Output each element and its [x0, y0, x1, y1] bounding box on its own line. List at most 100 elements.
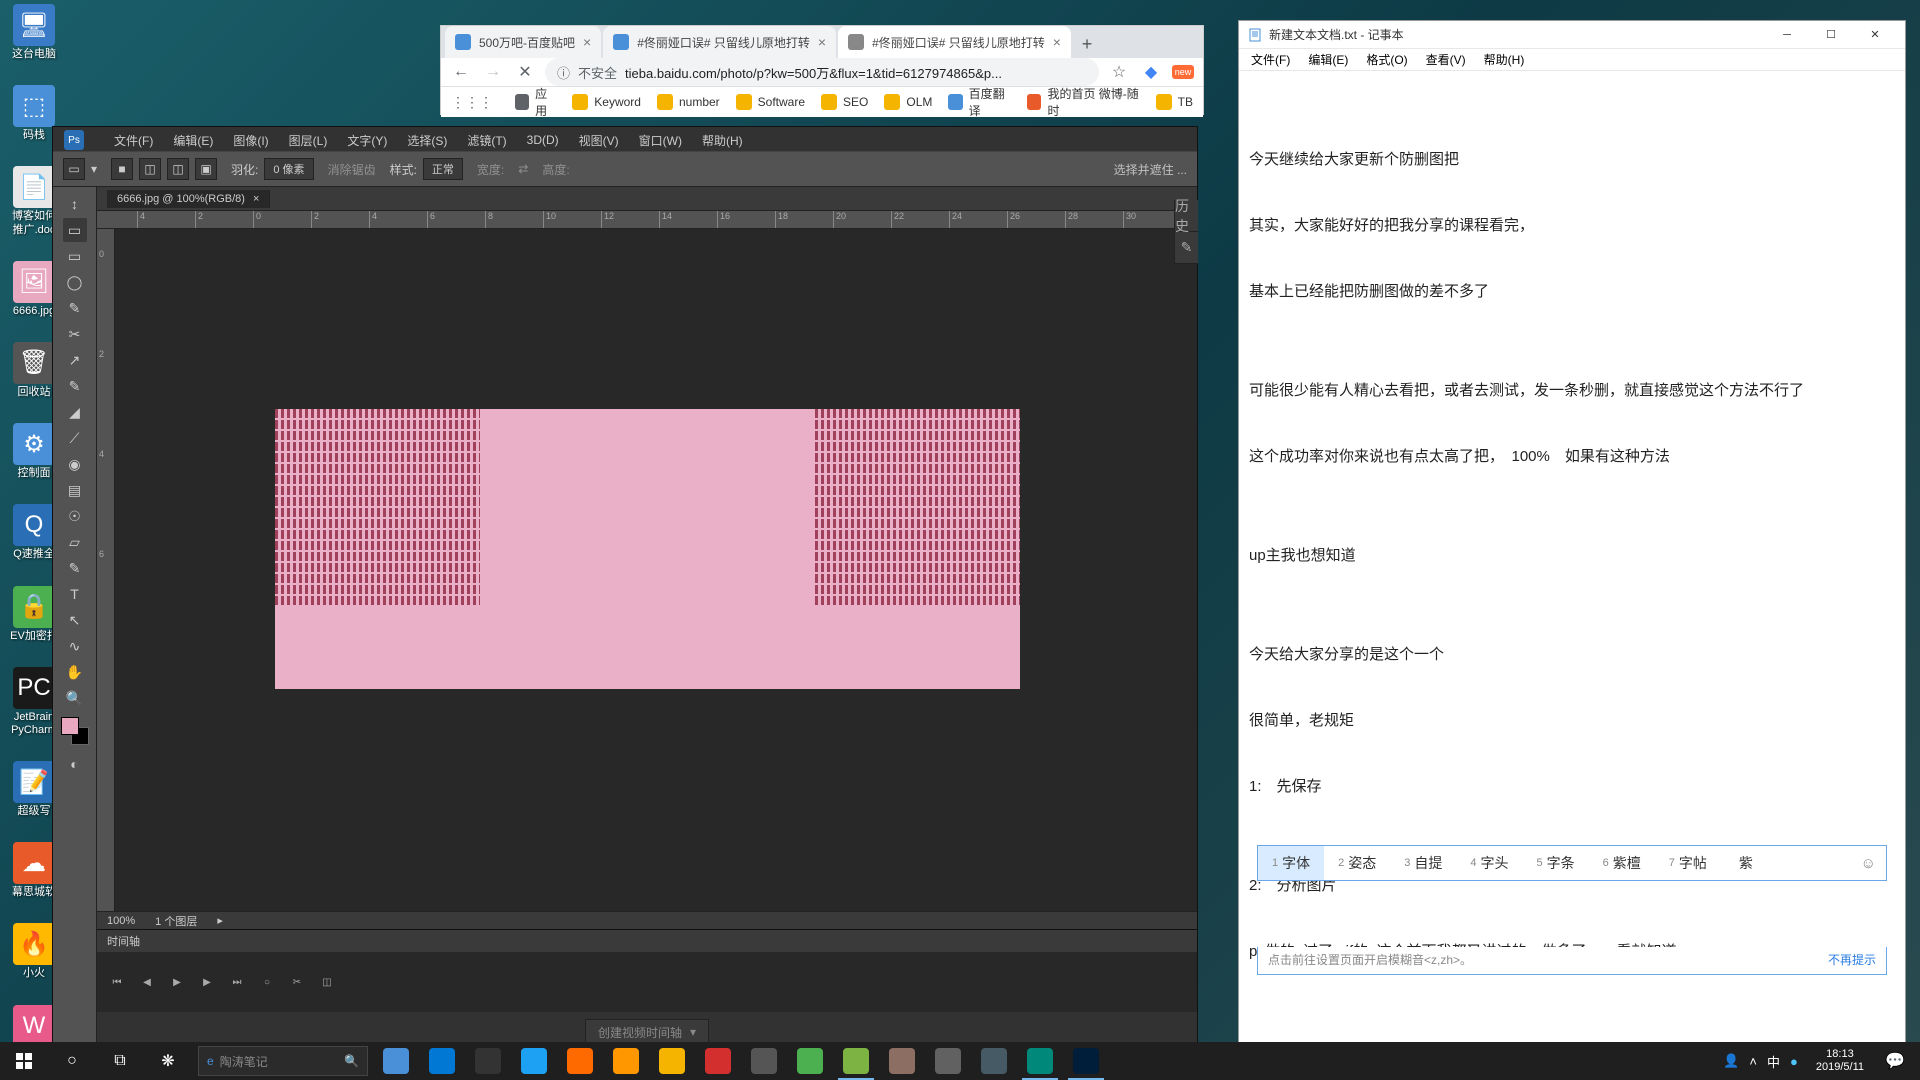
notepad-menu-item[interactable]: 文件(F) [1243, 49, 1298, 70]
ps-menu-item[interactable]: 文字(Y) [347, 132, 387, 149]
bookmark-item[interactable]: 我的首页 微博-随时 [1027, 85, 1139, 119]
quickmask-button[interactable]: ◐ [63, 752, 87, 776]
ps-menu-item[interactable]: 文件(F) [114, 132, 153, 149]
tray-ime-icon[interactable]: 中 [1767, 1052, 1780, 1071]
ps-tool[interactable]: 🔍 [63, 686, 87, 710]
tl-trans[interactable]: ◫ [317, 973, 337, 991]
app-icon[interactable]: ❋ [144, 1042, 192, 1080]
ps-menu-item[interactable]: 图像(I) [233, 132, 268, 149]
taskbar-app[interactable] [1064, 1042, 1108, 1080]
feather-input[interactable]: 0 像素 [264, 158, 313, 180]
refine-edge-button[interactable]: 选择并遮住 ... [1114, 161, 1187, 178]
ps-tool[interactable]: ☉ [63, 504, 87, 528]
extension-new-icon[interactable]: new [1171, 60, 1195, 84]
cortana-button[interactable]: ○ [48, 1042, 96, 1080]
browser-tab[interactable]: #佟丽娅口误# 只留线儿原地打转× [838, 26, 1071, 58]
taskview-button[interactable]: ⧉ [96, 1042, 144, 1080]
mode-int[interactable]: ▣ [195, 158, 217, 180]
ime-candidate[interactable]: 1字体 [1258, 846, 1324, 880]
tl-prev[interactable]: ◀ [137, 973, 157, 991]
notepad-menu-item[interactable]: 编辑(E) [1300, 49, 1356, 70]
ime-emoji-button[interactable]: ☺ [1851, 847, 1886, 880]
ps-tool[interactable]: ◯ [63, 270, 87, 294]
start-button[interactable] [0, 1042, 48, 1080]
bookmark-item[interactable]: TB [1156, 94, 1193, 110]
style-select[interactable]: 正常 [423, 158, 463, 180]
taskbar-app[interactable] [742, 1042, 786, 1080]
taskbar-app[interactable] [420, 1042, 464, 1080]
notepad-menu-item[interactable]: 格式(O) [1358, 49, 1415, 70]
taskbar-app[interactable] [604, 1042, 648, 1080]
notepad-body[interactable]: 今天继续给大家更新个防删图把 其实，大家能好好的把我分享的课程看完， 基本上已经… [1239, 71, 1905, 1051]
desktop-icon[interactable]: 🖥这台电脑 [8, 4, 60, 61]
taskbar-app[interactable] [466, 1042, 510, 1080]
ime-candidate[interactable]: 6紫檀 [1589, 846, 1655, 880]
taskbar-app[interactable] [834, 1042, 878, 1080]
tray-network-icon[interactable]: ● [1790, 1054, 1798, 1069]
zoom-level[interactable]: 100% [107, 915, 135, 927]
tl-play[interactable]: ▶ [167, 973, 187, 991]
tl-last[interactable]: ⏭ [227, 973, 247, 991]
brush-panel-icon[interactable]: ✎ [1175, 232, 1198, 264]
ps-menu-item[interactable]: 窗口(W) [639, 132, 682, 149]
taskbar-app[interactable] [1018, 1042, 1062, 1080]
ps-tool[interactable]: ✋ [63, 660, 87, 684]
tab-close-icon[interactable]: × [818, 34, 826, 50]
ps-menu-item[interactable]: 图层(L) [289, 132, 328, 149]
ps-menu-item[interactable]: 帮助(H) [702, 132, 743, 149]
ps-tool[interactable]: ▱ [63, 530, 87, 554]
tl-next[interactable]: ▶ [197, 973, 217, 991]
ps-tool[interactable]: ▭ [63, 218, 87, 242]
ps-document-tab[interactable]: 6666.jpg @ 100%(RGB/8) × [107, 190, 270, 208]
taskbar-app[interactable] [374, 1042, 418, 1080]
ime-candidate[interactable]: 4字头 [1456, 846, 1522, 880]
ps-tool-preset[interactable]: ▭ [63, 158, 85, 180]
ps-menu-item[interactable]: 视图(V) [579, 132, 619, 149]
tl-first[interactable]: ⏮ [107, 973, 127, 991]
tab-close-icon[interactable]: × [1053, 34, 1061, 50]
taskbar-app[interactable] [558, 1042, 602, 1080]
tl-audio[interactable]: ○ [257, 973, 277, 991]
apps-icon[interactable]: ⋮⋮⋮ [451, 94, 493, 111]
maximize-button[interactable]: ☐ [1809, 22, 1853, 48]
close-button[interactable]: ✕ [1853, 22, 1897, 48]
ime-candidate[interactable]: 2姿态 [1324, 846, 1390, 880]
star-icon[interactable]: ☆ [1107, 60, 1131, 84]
ps-tool[interactable]: ✂ [63, 322, 87, 346]
ps-tool[interactable]: ↖ [63, 608, 87, 632]
mode-add[interactable]: ◫ [139, 158, 161, 180]
ps-tool[interactable]: ▤ [63, 478, 87, 502]
bookmark-item[interactable]: 百度翻译 [948, 85, 1011, 119]
ps-tool[interactable]: ✎ [63, 374, 87, 398]
notifications-button[interactable]: 💬 [1874, 1042, 1916, 1080]
bookmark-item[interactable]: Software [736, 94, 805, 110]
tray-chevron-icon[interactable]: ˄ [1749, 1054, 1757, 1069]
ps-tool[interactable]: ✎ [63, 296, 87, 320]
notepad-menu-item[interactable]: 帮助(H) [1476, 49, 1533, 70]
ime-candidate[interactable]: 3自提 [1390, 846, 1456, 880]
ps-menu-item[interactable]: 编辑(E) [173, 132, 213, 149]
bookmark-item[interactable]: 应用 [515, 85, 556, 119]
ps-tool[interactable]: T [63, 582, 87, 606]
taskbar-clock[interactable]: 18:13 2019/5/11 [1806, 1048, 1874, 1074]
canvas-area[interactable] [115, 229, 1197, 911]
bookmark-item[interactable]: SEO [821, 94, 868, 110]
browser-tab[interactable]: #佟丽娅口误# 只留线儿原地打转× [603, 26, 836, 58]
close-icon[interactable]: × [253, 193, 259, 205]
notepad-menu-item[interactable]: 查看(V) [1418, 49, 1474, 70]
stop-button[interactable]: ✕ [513, 60, 537, 84]
ps-menu-item[interactable]: 滤镜(T) [467, 132, 506, 149]
new-tab-button[interactable]: + [1073, 30, 1101, 58]
taskbar-app[interactable] [650, 1042, 694, 1080]
taskbar-app[interactable] [972, 1042, 1016, 1080]
tray-people-icon[interactable]: 👤 [1723, 1053, 1739, 1069]
ps-menu-item[interactable]: 3D(D) [527, 133, 559, 147]
mode-new[interactable]: ■ [111, 158, 133, 180]
taskbar-app[interactable] [926, 1042, 970, 1080]
notepad-menubar[interactable]: 文件(F)编辑(E)格式(O)查看(V)帮助(H) [1239, 49, 1905, 71]
bookmark-item[interactable]: Keyword [572, 94, 641, 110]
tl-split[interactable]: ✂ [287, 973, 307, 991]
ps-menubar[interactable]: Ps文件(F)编辑(E)图像(I)图层(L)文字(Y)选择(S)滤镜(T)3D(… [52, 128, 755, 152]
history-panel-icon[interactable]: 历史 [1175, 200, 1198, 232]
ps-tool[interactable]: ⟋ [63, 426, 87, 450]
